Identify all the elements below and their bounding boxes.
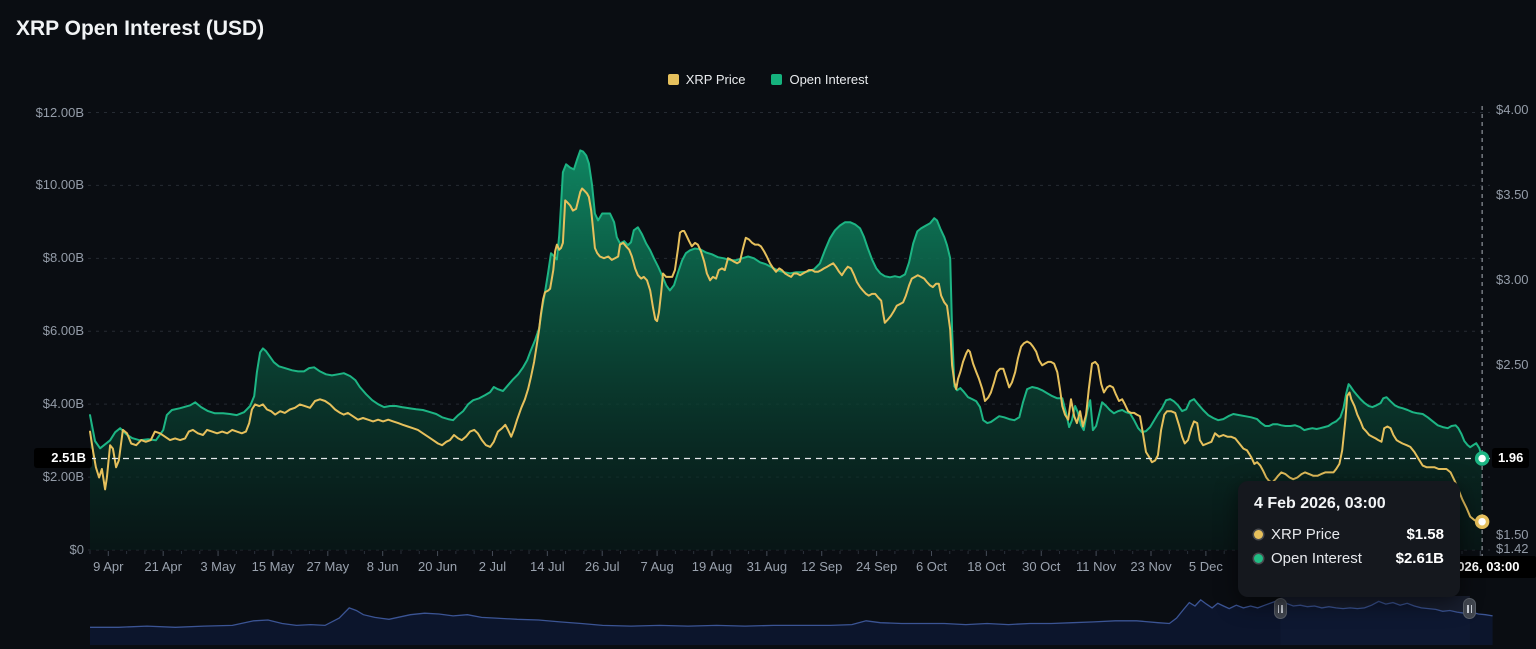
navigator-left-handle[interactable] bbox=[1274, 598, 1287, 619]
legend-item-open-interest[interactable]: Open Interest bbox=[771, 72, 868, 87]
latest-price-scale-badge: 1.96 bbox=[1492, 448, 1529, 468]
x-axis-tick: 21 Apr bbox=[144, 559, 182, 574]
x-axis-tick: 9 Apr bbox=[93, 559, 123, 574]
x-axis-tick: 2 Jul bbox=[479, 559, 506, 574]
legend-label: Open Interest bbox=[789, 72, 868, 87]
y-axis-left-tick: $6.00B bbox=[0, 323, 84, 338]
y-axis-right-tick: $3.50 bbox=[1496, 187, 1529, 202]
x-axis-tick: 14 Jul bbox=[530, 559, 565, 574]
y-axis-left-tick: $4.00B bbox=[0, 396, 84, 411]
x-axis-tick: 12 Sep bbox=[801, 559, 842, 574]
x-axis-tick: 31 Aug bbox=[747, 559, 788, 574]
xrp-price-dot-icon bbox=[1254, 530, 1263, 539]
xrp-open-interest-chart-page: XRP Open Interest (USD) XRP Price Open I… bbox=[0, 0, 1536, 649]
x-axis-tick: 30 Oct bbox=[1022, 559, 1060, 574]
navigator-right-handle[interactable] bbox=[1463, 598, 1476, 619]
y-axis-right-tick: $2.50 bbox=[1496, 357, 1529, 372]
x-axis-tick: 7 Aug bbox=[640, 559, 673, 574]
x-axis-tick: 19 Aug bbox=[692, 559, 733, 574]
tooltip-value: $1.58 bbox=[1406, 526, 1444, 543]
page-title: XRP Open Interest (USD) bbox=[16, 17, 264, 41]
tooltip-row-open-interest: Open Interest $2.61B bbox=[1254, 550, 1444, 567]
y-axis-left-tick: $10.00B bbox=[0, 177, 84, 192]
tooltip-value: $2.61B bbox=[1396, 550, 1444, 567]
legend-label: XRP Price bbox=[686, 72, 746, 87]
x-axis-tick: 3 May bbox=[200, 559, 235, 574]
tooltip-date: 4 Feb 2026, 03:00 bbox=[1254, 495, 1444, 513]
latest-oi-badge: 2.51B bbox=[34, 448, 92, 468]
x-axis-tick: 18 Oct bbox=[967, 559, 1005, 574]
chart-legend: XRP Price Open Interest bbox=[0, 72, 1536, 87]
x-axis-tick: 5 Dec bbox=[1189, 559, 1223, 574]
y-axis-right-tick: $1.42 bbox=[1496, 541, 1529, 556]
x-axis-tick: 23 Nov bbox=[1130, 559, 1171, 574]
y-axis-left-tick: $0 bbox=[0, 542, 84, 557]
y-axis-right-tick: $3.00 bbox=[1496, 272, 1529, 287]
y-axis-left-tick: $8.00B bbox=[0, 250, 84, 265]
x-axis-tick: 20 Jun bbox=[418, 559, 457, 574]
open-interest-swatch-icon bbox=[771, 74, 782, 85]
y-axis-left-tick: $2.00B bbox=[0, 469, 84, 484]
xrp-price-swatch-icon bbox=[668, 74, 679, 85]
x-axis-tick: 11 Nov bbox=[1076, 559, 1116, 574]
legend-item-xrp-price[interactable]: XRP Price bbox=[668, 72, 746, 87]
tooltip-label: Open Interest bbox=[1271, 550, 1362, 567]
x-axis-tick: 6 Oct bbox=[916, 559, 947, 574]
x-axis-tick: 8 Jun bbox=[367, 559, 399, 574]
x-axis-tick: 24 Sep bbox=[856, 559, 897, 574]
x-axis-tick: 15 May bbox=[252, 559, 295, 574]
x-axis-tick: 26 Jul bbox=[585, 559, 620, 574]
hover-tooltip: 4 Feb 2026, 03:00 XRP Price $1.58 Open I… bbox=[1238, 481, 1460, 597]
tooltip-label: XRP Price bbox=[1271, 526, 1340, 543]
y-axis-right-tick: $4.00 bbox=[1496, 102, 1529, 117]
x-axis-tick: 27 May bbox=[306, 559, 349, 574]
open-interest-dot-icon bbox=[1254, 554, 1263, 563]
tooltip-row-xrp-price: XRP Price $1.58 bbox=[1254, 526, 1444, 543]
y-axis-left-tick: $12.00B bbox=[0, 105, 84, 120]
